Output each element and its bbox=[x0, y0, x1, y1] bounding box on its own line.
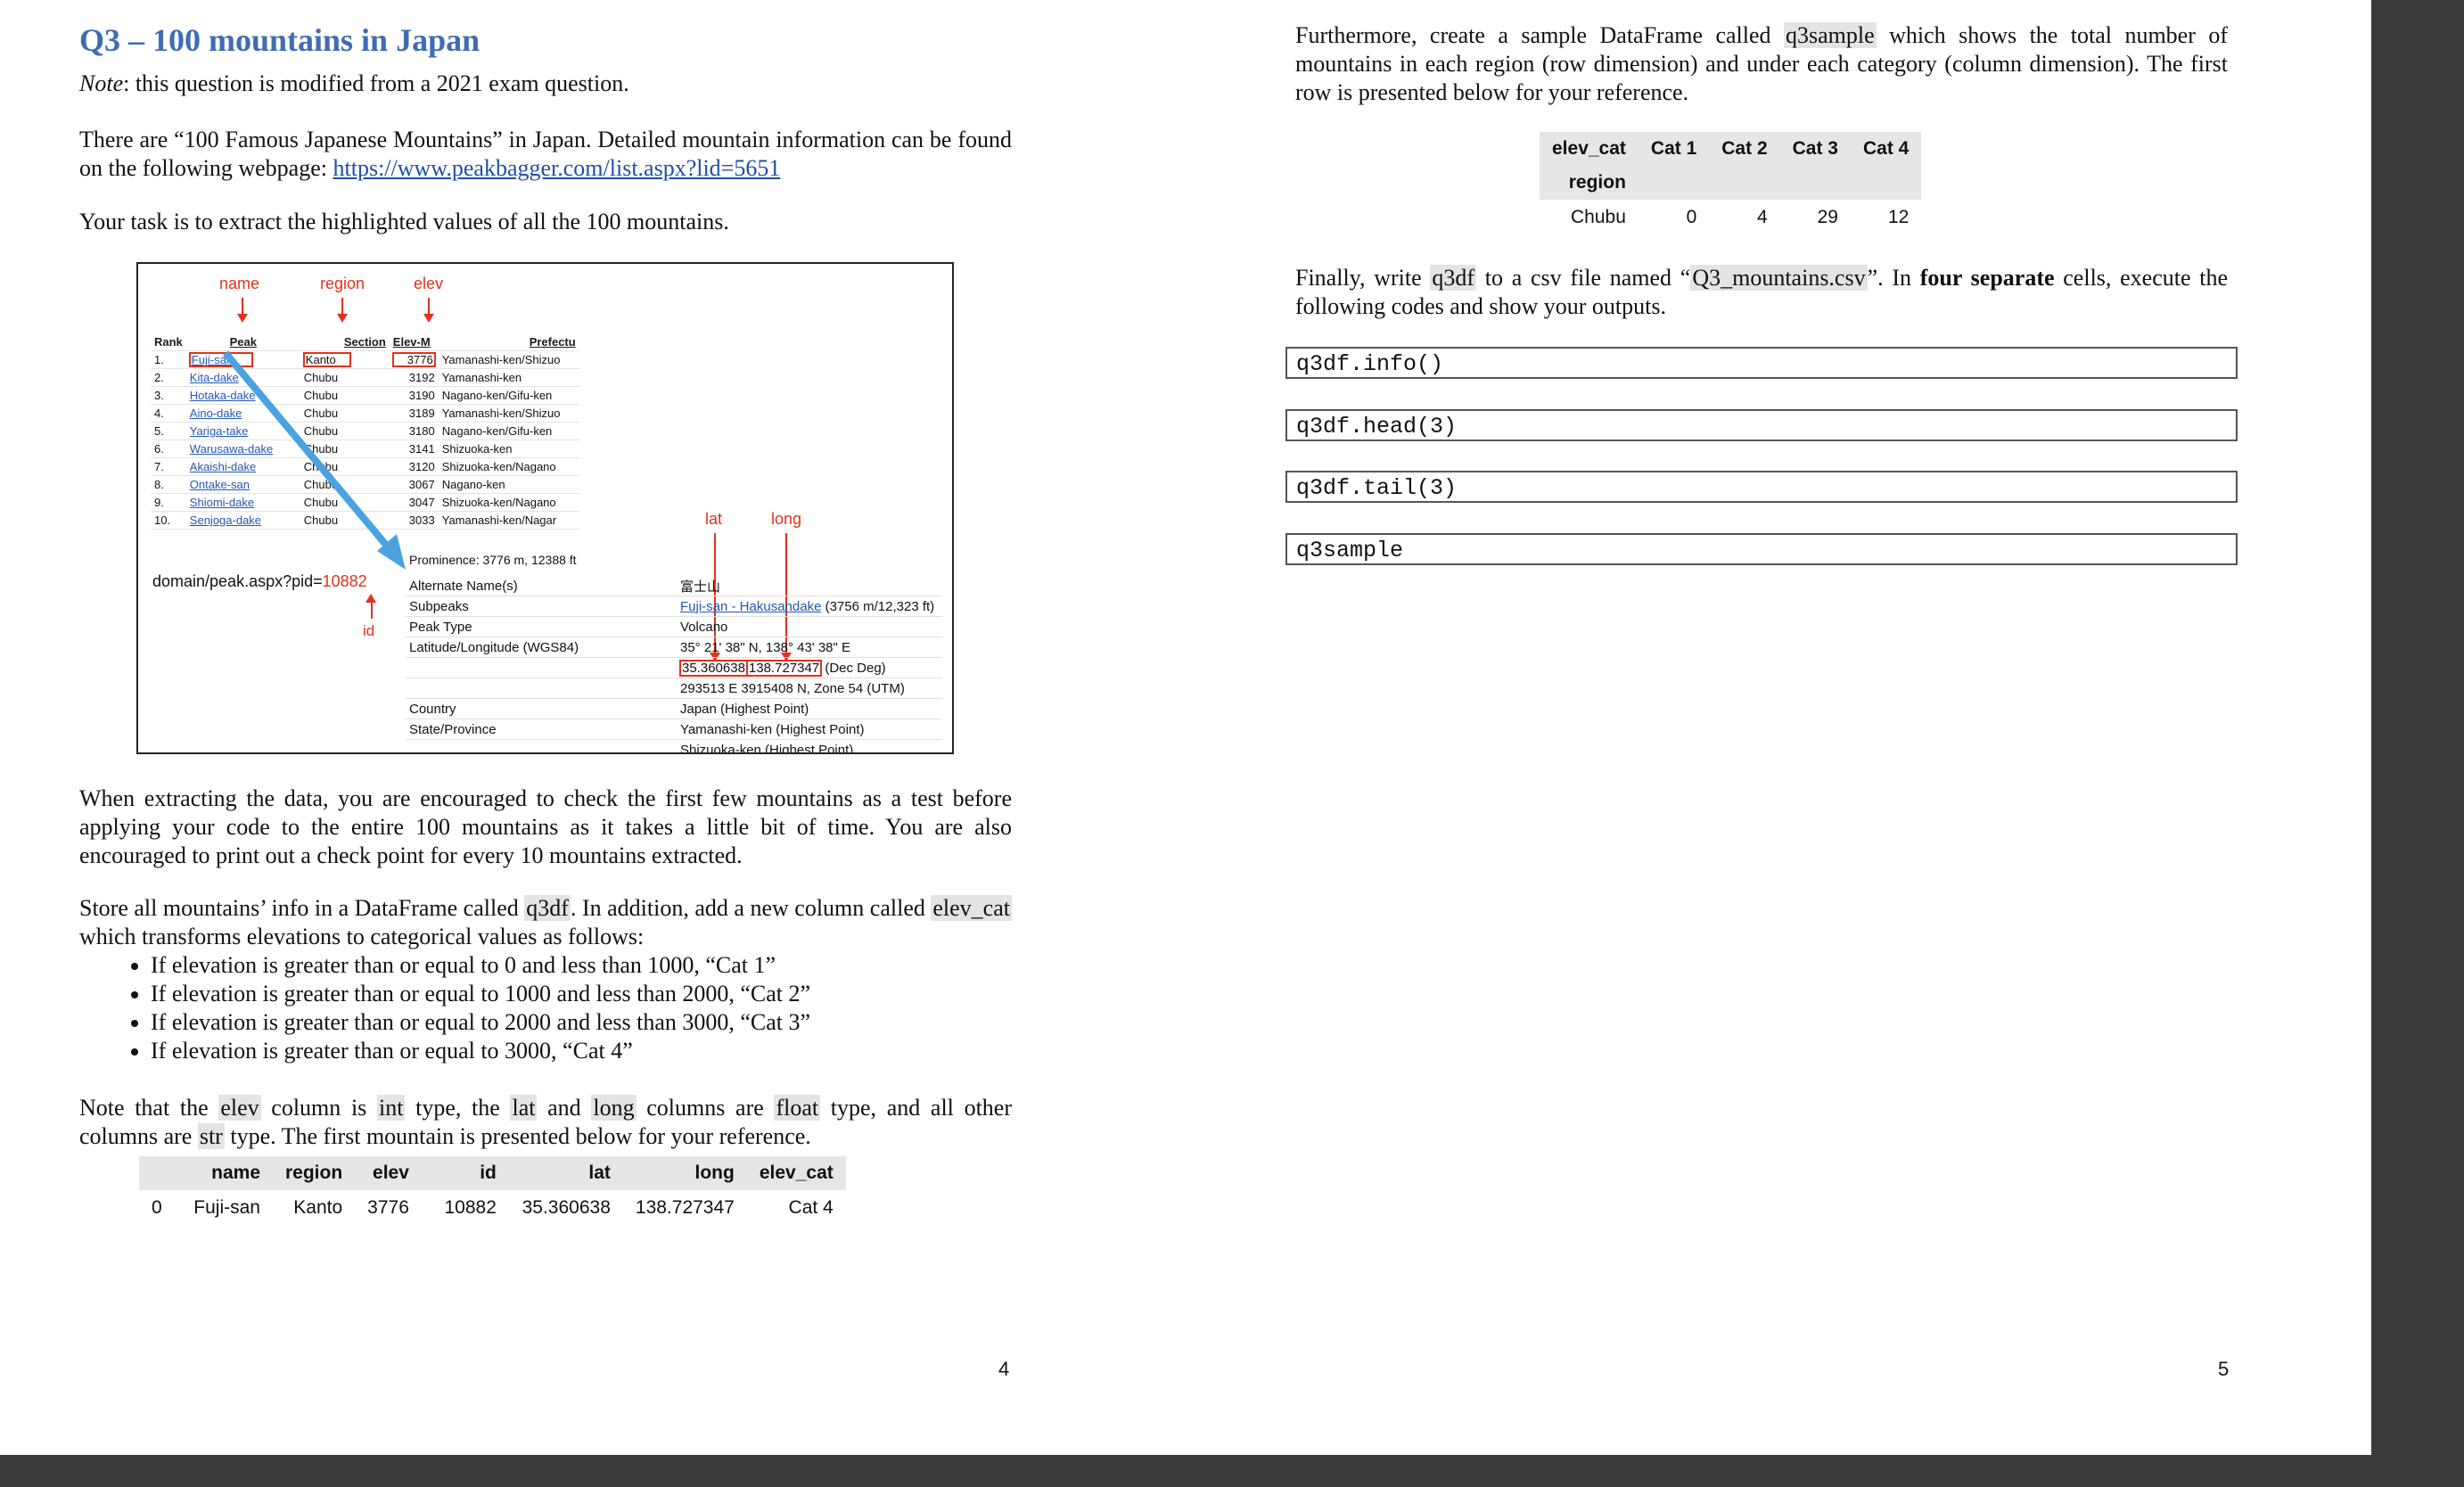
state-value-2: Shizuoka-ken (Highest Point) bbox=[677, 739, 942, 752]
peakbagger-link[interactable]: https://www.peakbagger.com/list.aspx?lid… bbox=[333, 155, 781, 181]
dms-value: 35° 21' 38" N, 138° 43' 38" E bbox=[677, 637, 942, 658]
page-4: Q3 – 100 mountains in Japan Note: this q… bbox=[0, 0, 1232, 1455]
code-cell-tail[interactable]: q3df.tail(3) bbox=[1285, 471, 2238, 503]
table-row: 35.360638 138.727347 (Dec Deg) bbox=[406, 657, 942, 678]
table-row: 0 Fuji-san Kanto 3776 10882 35.360638 13… bbox=[152, 1197, 834, 1218]
store-paragraph: Store all mountains’ info in a DataFrame… bbox=[79, 895, 1012, 949]
table-row: 293513 E 3915408 N, Zone 54 (UTM) bbox=[406, 678, 942, 699]
code-cell-info[interactable]: q3df.info() bbox=[1285, 347, 2238, 379]
subpeak-link[interactable]: Fuji-san - Hakusandake bbox=[680, 599, 821, 614]
list-item: If elevation is greater than or equal to… bbox=[151, 980, 1012, 1008]
sample-paragraph: Furthermore, create a sample DataFrame c… bbox=[1295, 22, 2228, 105]
table-row: State/Province Yamanashi-ken (Highest Poi… bbox=[406, 719, 942, 740]
long-value: 138.727347 bbox=[745, 659, 823, 677]
country-value: Japan (Highest Point) bbox=[677, 698, 942, 719]
table-row: Subpeaks Fuji-san - Hakusandake (3756 m/1… bbox=[406, 596, 942, 617]
note-line: Note: this question is modified from a 2… bbox=[79, 70, 629, 98]
types-paragraph: Note that the elev column is int type, t… bbox=[79, 1095, 1013, 1149]
q3df-sample-table: name region elev id lat long elev_cat 0 … bbox=[139, 1156, 846, 1226]
alt-name-value: 富士山 bbox=[677, 576, 942, 596]
list-item: If elevation is greater than or equal to… bbox=[151, 1008, 1012, 1037]
question-title: Q3 – 100 mountains in Japan bbox=[79, 22, 480, 58]
q3df-var: q3df bbox=[524, 895, 571, 921]
page-number: 5 bbox=[2218, 1358, 2230, 1380]
note-label: Note bbox=[79, 70, 124, 96]
elev-cat-var: elev_cat bbox=[931, 895, 1012, 921]
peak-type-value: Volcano bbox=[677, 616, 942, 637]
prominence-text: Prominence: 3776 m, 12388 ft bbox=[409, 553, 577, 567]
csv-paragraph: Finally, write q3df to a csv file named … bbox=[1295, 265, 2229, 319]
table-row: Shizuoka-ken (Highest Point) bbox=[406, 739, 942, 752]
list-item: If elevation is greater than or equal to… bbox=[151, 951, 1012, 980]
table-row: Country Japan (Highest Point) bbox=[406, 698, 942, 719]
note-text: : this question is modified from a 2021 … bbox=[123, 70, 629, 96]
csv-filename: Q3_mountains.csv bbox=[1690, 265, 1868, 291]
webpage-figure: name region elev Rank Peak Section Elev-… bbox=[136, 262, 954, 754]
extract-paragraph: When extracting the data, you are encour… bbox=[79, 785, 1012, 868]
figure-label-lat: lat bbox=[705, 510, 723, 528]
lat-value: 35.360638 bbox=[679, 659, 748, 677]
peak-detail-table: Alternate Name(s) 富士山 Subpeaks Fuji-san - … bbox=[406, 576, 942, 752]
q3sample-table: elev_cat Cat 1 Cat 2 Cat 3 Cat 4 region … bbox=[1540, 132, 1922, 235]
domain-id: 10882 bbox=[322, 572, 367, 590]
state-value-1: Yamanashi-ken (Highest Point) bbox=[677, 719, 942, 740]
q3sample-var: q3sample bbox=[1784, 22, 1877, 48]
domain-url: domain/peak.aspx?pid=10882 bbox=[152, 572, 367, 590]
table-row: Peak Type Volcano bbox=[406, 616, 942, 637]
utm-value: 293513 E 3915408 N, Zone 54 (UTM) bbox=[677, 678, 942, 699]
list-item: If elevation is greater than or equal to… bbox=[151, 1037, 1012, 1065]
page-number: 4 bbox=[998, 1358, 1010, 1380]
df-header-row: elev_cat Cat 1 Cat 2 Cat 3 Cat 4 bbox=[1540, 132, 1922, 166]
df-header-row: name region elev id lat long elev_cat bbox=[139, 1156, 846, 1190]
table-row: Alternate Name(s) 富士山 bbox=[406, 576, 942, 596]
category-list: If elevation is greater than or equal to… bbox=[79, 951, 1012, 1065]
figure-label-long: long bbox=[771, 510, 802, 528]
df-index-row: region bbox=[1540, 166, 1922, 200]
intro-paragraph: There are “100 Famous Japanese Mountains… bbox=[79, 126, 1012, 183]
code-cell-q3sample[interactable]: q3sample bbox=[1285, 533, 2238, 565]
table-row: Chubu 0 4 29 12 bbox=[1571, 207, 1910, 227]
page-5: Furthermore, create a sample DataFrame c… bbox=[1232, 0, 2371, 1455]
task-line: Your task is to extract the highlighted … bbox=[79, 209, 729, 234]
figure-label-id: id bbox=[363, 622, 375, 639]
table-row: Latitude/Longitude (WGS84) 35° 21' 38" N,… bbox=[406, 637, 942, 658]
code-cell-head[interactable]: q3df.head(3) bbox=[1285, 409, 2238, 441]
